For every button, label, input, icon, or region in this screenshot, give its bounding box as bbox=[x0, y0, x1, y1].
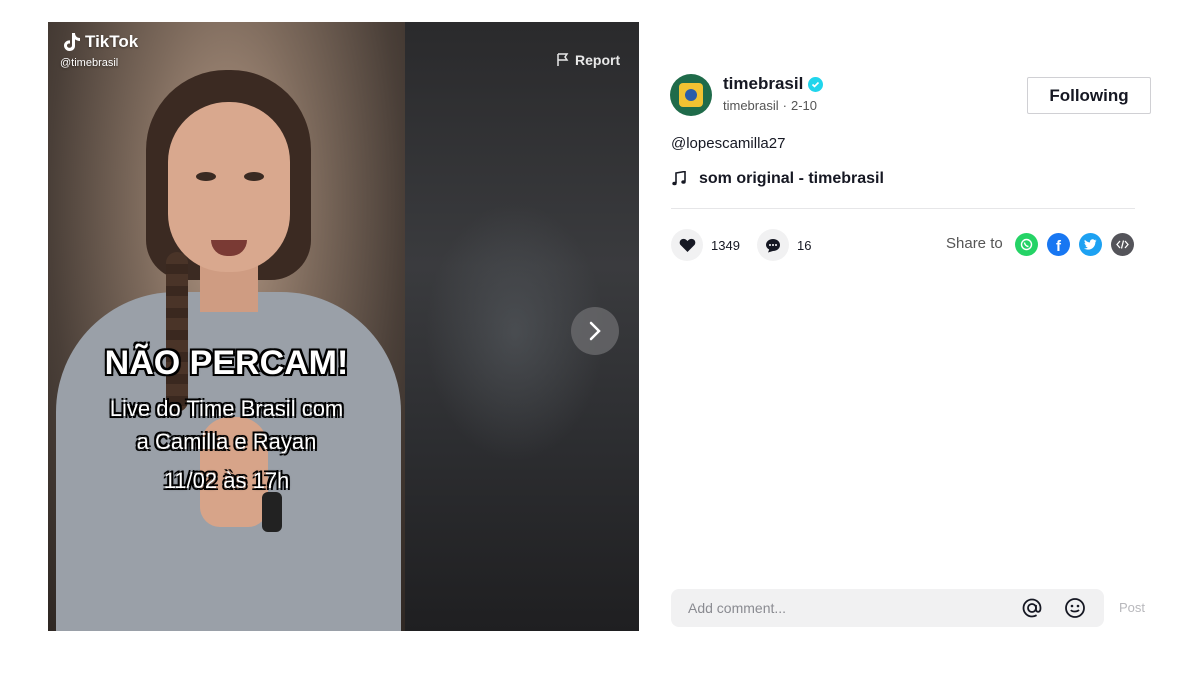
comment-stat[interactable]: 16 bbox=[757, 229, 811, 261]
tiktok-logo-icon bbox=[64, 33, 80, 51]
person-eye-left bbox=[196, 172, 216, 181]
report-button[interactable]: Report bbox=[556, 52, 620, 68]
author-username[interactable]: timebrasil bbox=[723, 74, 803, 94]
embed-code-icon[interactable] bbox=[1111, 233, 1134, 256]
verified-badge-icon bbox=[808, 76, 824, 92]
sound-title: som original - timebrasil bbox=[699, 170, 884, 187]
twitter-icon[interactable] bbox=[1079, 233, 1102, 256]
mention-at-icon[interactable] bbox=[1021, 597, 1043, 619]
tiktok-watermark: TikTok bbox=[63, 32, 138, 52]
divider bbox=[671, 208, 1135, 209]
like-count: 1349 bbox=[711, 237, 740, 253]
video-player[interactable]: TikTok @timebrasil NÃO PERCAM! Live do T… bbox=[48, 22, 639, 631]
overlay-line: a Camilla e Rayan bbox=[136, 429, 317, 454]
report-label: Report bbox=[575, 52, 621, 68]
watermark-handle: @timebrasil bbox=[60, 57, 119, 69]
comment-box[interactable] bbox=[671, 589, 1104, 627]
comment-count: 16 bbox=[797, 237, 812, 253]
author-username-row[interactable]: timebrasil bbox=[723, 74, 824, 94]
chevron-right-icon bbox=[589, 321, 601, 341]
comment-bubble-icon bbox=[766, 238, 780, 252]
author-avatar[interactable] bbox=[670, 74, 712, 116]
meta-separator: · bbox=[782, 98, 787, 113]
tiktok-brand-text: TikTok bbox=[85, 32, 139, 51]
post-button[interactable]: Post bbox=[1119, 600, 1145, 615]
like-button[interactable] bbox=[671, 229, 703, 261]
team-brasil-logo bbox=[679, 83, 703, 107]
person-eye-right bbox=[244, 172, 264, 181]
video-frame[interactable]: TikTok @timebrasil NÃO PERCAM! Live do T… bbox=[48, 22, 405, 631]
comment-input[interactable] bbox=[688, 600, 1008, 616]
music-note-icon bbox=[672, 171, 686, 186]
facebook-icon[interactable]: f bbox=[1047, 233, 1070, 256]
comment-button[interactable] bbox=[757, 229, 789, 261]
author-nickname: timebrasil bbox=[723, 98, 779, 113]
person-watch bbox=[262, 492, 282, 532]
emoji-icon[interactable] bbox=[1064, 597, 1086, 619]
heart-icon bbox=[679, 238, 695, 252]
share-label: Share to bbox=[946, 235, 1003, 252]
flag-icon bbox=[557, 53, 569, 66]
person-braid bbox=[166, 252, 188, 412]
overlay-line: Live do Time Brasil com bbox=[109, 396, 344, 421]
post-date: 2-10 bbox=[790, 98, 817, 113]
caption-mention[interactable]: @lopescamilla27 bbox=[671, 135, 785, 152]
like-stat[interactable]: 1349 bbox=[671, 229, 740, 261]
overlay-headline: NÃO PERCAM! bbox=[104, 344, 349, 382]
overlay-date: 11/02 às 17h bbox=[163, 468, 290, 493]
sound-link[interactable]: som original - timebrasil bbox=[671, 170, 884, 188]
following-button[interactable]: Following bbox=[1027, 77, 1151, 114]
whatsapp-icon[interactable] bbox=[1015, 233, 1038, 256]
next-video-button[interactable] bbox=[571, 307, 619, 355]
author-meta: timebrasil · 2-10 bbox=[723, 98, 817, 113]
